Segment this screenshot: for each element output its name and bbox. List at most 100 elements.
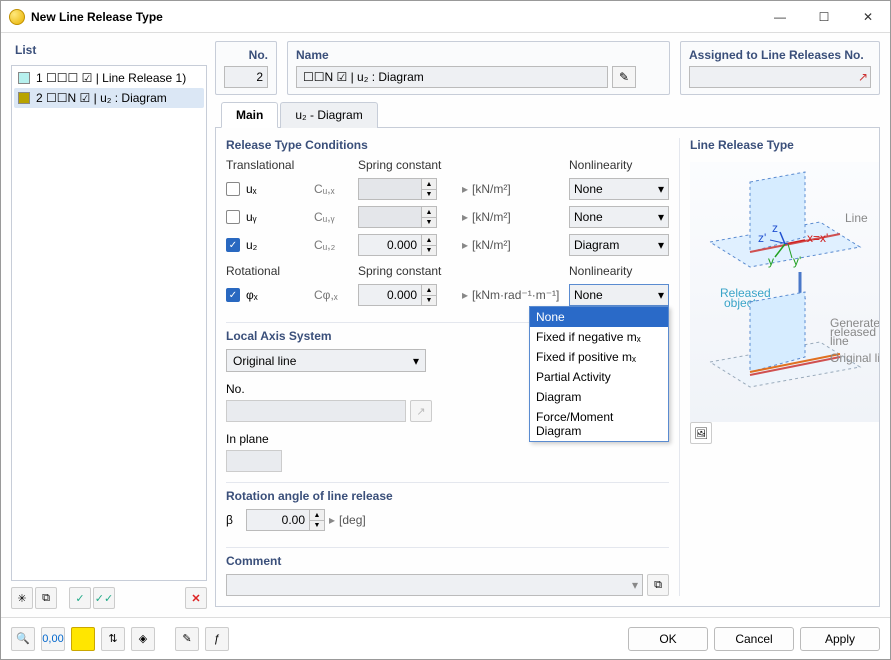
- close-button[interactable]: ✕: [846, 2, 890, 32]
- color-swatch: [18, 92, 30, 104]
- rotation-header: Rotation angle of line release: [226, 489, 669, 503]
- cuy-input: [358, 206, 422, 228]
- svg-text:y': y': [793, 254, 801, 268]
- phix-label: φₓ: [246, 288, 258, 302]
- check-button[interactable]: ✓: [69, 587, 91, 609]
- spring-constant-label: Spring constant: [358, 158, 458, 172]
- spring-constant-label-2: Spring constant: [358, 264, 458, 278]
- svg-text:Line: Line: [845, 211, 868, 225]
- nonlinearity-label-2: Nonlinearity: [569, 264, 669, 278]
- tool-button-2[interactable]: ◈: [131, 627, 155, 651]
- chevron-down-icon: ▾: [413, 354, 419, 368]
- dropdown-item[interactable]: Fixed if negative mₓ: [530, 327, 668, 347]
- beta-unit: [deg]: [339, 513, 429, 527]
- assigned-label: Assigned to Line Releases No.: [689, 48, 871, 62]
- uz-checkbox[interactable]: ✓: [226, 238, 240, 252]
- list-header: List: [11, 41, 207, 59]
- ux-checkbox[interactable]: [226, 182, 240, 196]
- phix-checkbox[interactable]: ✓: [226, 288, 240, 302]
- units-button[interactable]: 0,00: [41, 627, 65, 651]
- phix-nonlinearity-select[interactable]: None▾: [569, 284, 669, 306]
- color-button[interactable]: [71, 627, 95, 651]
- arrow-icon: ▸: [325, 513, 339, 527]
- translational-label: Translational: [226, 158, 314, 172]
- maximize-button[interactable]: ☐: [802, 2, 846, 32]
- pick-icon[interactable]: ↗: [858, 70, 868, 84]
- cancel-button[interactable]: Cancel: [714, 627, 794, 651]
- ux-nonlinearity-select[interactable]: None▾: [569, 178, 669, 200]
- conditions-header: Release Type Conditions: [226, 138, 669, 152]
- beta-input[interactable]: [246, 509, 310, 531]
- chevron-down-icon: ▾: [658, 210, 664, 224]
- tab-main[interactable]: Main: [221, 102, 278, 128]
- uy-label: uᵧ: [246, 210, 257, 224]
- nonlinearity-dropdown[interactable]: None Fixed if negative mₓ Fixed if posit…: [529, 306, 669, 442]
- uy-unit: [kN/m²]: [472, 210, 562, 224]
- comment-header: Comment: [226, 554, 669, 568]
- svg-text:z': z': [758, 231, 766, 245]
- tool-button-1[interactable]: ⇅: [101, 627, 125, 651]
- cuz-label: Cᵤ,₂: [314, 238, 358, 252]
- rotational-label: Rotational: [226, 264, 314, 278]
- list-item[interactable]: 2 ☐☐N ☑ | u₂ : Diagram: [14, 88, 204, 108]
- dropdown-item[interactable]: None: [530, 307, 668, 327]
- chevron-down-icon: ▾: [632, 578, 638, 592]
- assigned-field[interactable]: ↗: [689, 66, 871, 88]
- ux-label: uₓ: [246, 182, 257, 196]
- comment-field[interactable]: ▾: [226, 574, 643, 596]
- dropdown-item[interactable]: Partial Activity: [530, 367, 668, 387]
- tool-button-4[interactable]: ƒ: [205, 627, 229, 651]
- list-item-label: 1 ☐☐☐ ☑ | Line Release 1): [36, 71, 186, 85]
- ux-unit: [kN/m²]: [472, 182, 562, 196]
- svg-text:Original line: Original line: [830, 351, 880, 365]
- cphix-input[interactable]: [358, 284, 422, 306]
- list-item-label: 2 ☐☐N ☑ | u₂ : Diagram: [36, 91, 167, 105]
- color-swatch: [18, 72, 30, 84]
- name-label: Name: [296, 48, 661, 62]
- tab-uz-diagram[interactable]: u₂ - Diagram: [280, 102, 377, 128]
- svg-text:y: y: [768, 254, 774, 268]
- pick-object-button[interactable]: ↗: [410, 400, 432, 422]
- comment-library-button[interactable]: ⧉: [647, 574, 669, 596]
- cuy-label: Cᵤ,ᵧ: [314, 210, 358, 224]
- no-field[interactable]: [224, 66, 268, 88]
- ok-button[interactable]: OK: [628, 627, 708, 651]
- uy-nonlinearity-select[interactable]: None▾: [569, 206, 669, 228]
- window-title: New Line Release Type: [31, 10, 758, 24]
- help-button[interactable]: 🔍: [11, 627, 35, 651]
- cuz-input[interactable]: [358, 234, 422, 256]
- picture-button[interactable]: 🖼: [690, 422, 712, 444]
- list-item[interactable]: 1 ☐☐☐ ☑ | Line Release 1): [14, 68, 204, 88]
- chevron-down-icon: ▾: [658, 182, 664, 196]
- beta-label: β: [226, 513, 246, 527]
- list-box[interactable]: 1 ☐☐☐ ☑ | Line Release 1) 2 ☐☐N ☑ | u₂ :…: [11, 65, 207, 581]
- uz-unit: [kN/m²]: [472, 238, 562, 252]
- uz-nonlinearity-select[interactable]: Diagram▾: [569, 234, 669, 256]
- name-field[interactable]: ☐☐N ☑ | u₂ : Diagram: [296, 66, 608, 88]
- cphix-label: Cφ,ₓ: [314, 288, 358, 302]
- phix-unit: [kNm·rad⁻¹·m⁻¹]: [472, 288, 562, 302]
- dropdown-item[interactable]: Fixed if positive mₓ: [530, 347, 668, 367]
- new-item-button[interactable]: ✳: [11, 587, 33, 609]
- local-axis-select[interactable]: Original line ▾: [226, 349, 426, 372]
- cux-label: Cᵤ,ₓ: [314, 182, 358, 196]
- svg-text:x=x': x=x': [807, 231, 828, 245]
- arrow-icon: ▸: [458, 210, 472, 224]
- minimize-button[interactable]: —: [758, 2, 802, 32]
- local-no-field: [226, 400, 406, 422]
- copy-item-button[interactable]: ⧉: [35, 587, 57, 609]
- apply-button[interactable]: Apply: [800, 627, 880, 651]
- right-panel-header: Line Release Type: [690, 138, 869, 152]
- uz-label: u₂: [246, 238, 257, 252]
- dropdown-item[interactable]: Diagram: [530, 387, 668, 407]
- tool-button-3[interactable]: ✎: [175, 627, 199, 651]
- uy-checkbox[interactable]: [226, 210, 240, 224]
- in-plane-field: [226, 450, 282, 472]
- check-all-button[interactable]: ✓✓: [93, 587, 115, 609]
- edit-name-button[interactable]: ✎: [612, 66, 636, 88]
- delete-button[interactable]: ✕: [185, 587, 207, 609]
- chevron-down-icon: ▾: [658, 288, 664, 302]
- arrow-icon: ▸: [458, 288, 472, 302]
- dropdown-item[interactable]: Force/Moment Diagram: [530, 407, 668, 441]
- arrow-icon: ▸: [458, 238, 472, 252]
